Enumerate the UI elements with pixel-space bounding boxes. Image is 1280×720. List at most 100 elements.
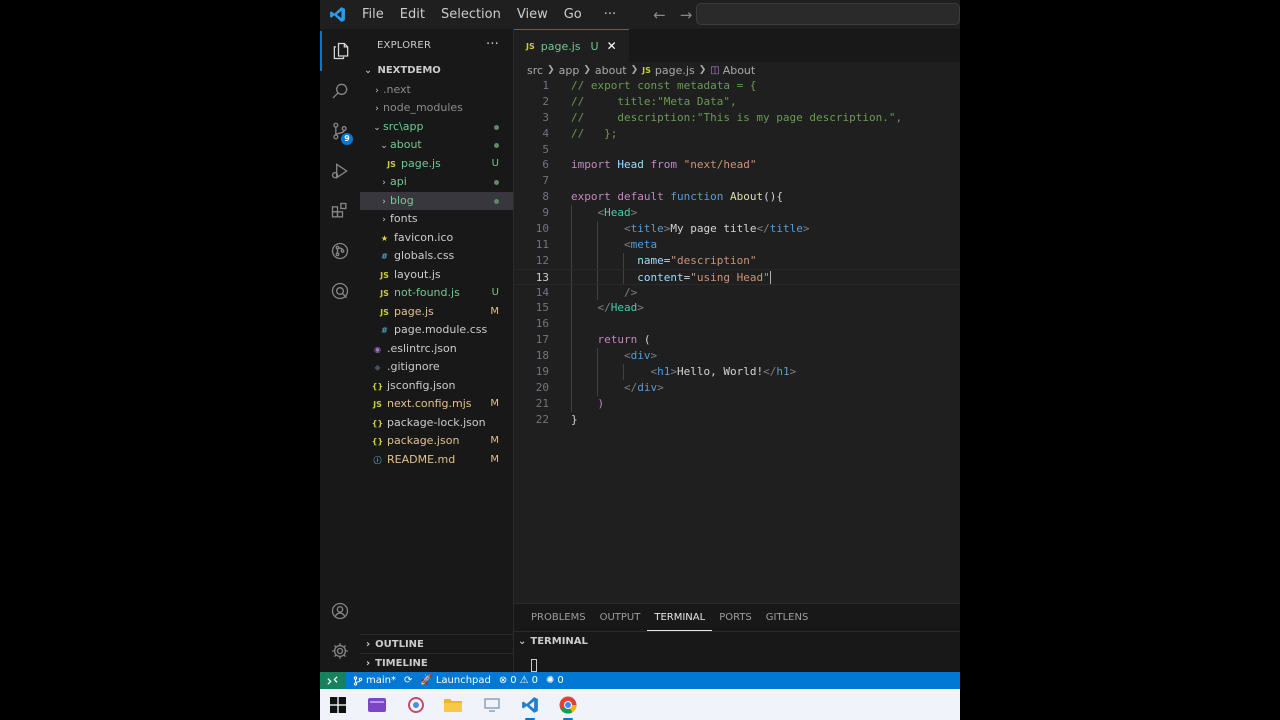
back-arrow-icon[interactable]: ←	[646, 6, 673, 24]
breadcrumb-symbol[interactable]: About	[723, 64, 756, 77]
code-line[interactable]: 9 <Head>	[514, 205, 960, 222]
command-center-search[interactable]	[696, 3, 960, 25]
tree-item[interactable]: JS next.config.mjs M	[360, 395, 513, 414]
tree-item[interactable]: › api	[360, 173, 513, 192]
code-line[interactable]: 22}	[514, 412, 960, 428]
tree-item[interactable]: # globals.css	[360, 247, 513, 266]
extensions-icon[interactable]	[320, 191, 360, 231]
search-icon[interactable]	[320, 71, 360, 111]
tab-page-js[interactable]: JS page.js U ✕	[514, 29, 629, 62]
code-line[interactable]: 13 content="using Head"	[514, 268, 960, 285]
tree-item[interactable]: ⌄ about	[360, 136, 513, 155]
launchpad-status[interactable]: 🚀 Launchpad	[416, 675, 495, 686]
code-line[interactable]: 2 // title:"Meta Data",	[514, 94, 960, 110]
menu-selection[interactable]: Selection	[433, 0, 509, 29]
tree-item[interactable]: JS page.js M	[360, 303, 513, 322]
terminal-cursor[interactable]	[531, 659, 537, 672]
breadcrumb-file[interactable]: page.js	[655, 64, 695, 77]
tree-item[interactable]: ◆ .gitignore	[360, 358, 513, 377]
code-line[interactable]: 3 // description:"This is my page descrip…	[514, 110, 960, 126]
chevron-right-icon: ›	[382, 178, 386, 188]
code-token: "description"	[670, 253, 757, 267]
code-line[interactable]: 8 export default function About(){	[514, 189, 960, 205]
tree-item[interactable]: JS layout.js	[360, 266, 513, 285]
source-control-icon[interactable]: 9	[320, 111, 360, 151]
code-line[interactable]: 19 <h1>Hello, World!</h1>	[514, 364, 960, 380]
gitlens-icon[interactable]	[320, 231, 360, 271]
breadcrumb-about[interactable]: about	[595, 64, 627, 77]
code-line[interactable]: 5	[514, 142, 960, 158]
code-line[interactable]: 12 name="description"	[514, 252, 960, 269]
code-line[interactable]: 10 <title>My page title</title>	[514, 221, 960, 237]
app-icon-purple[interactable]	[365, 693, 389, 717]
code-text: // description:"This is my page descript…	[571, 110, 902, 126]
breadcrumb-src[interactable]: src	[527, 64, 543, 77]
tree-item[interactable]: # page.module.css	[360, 321, 513, 340]
accounts-icon[interactable]	[320, 591, 360, 631]
menu-go[interactable]: Go	[556, 0, 590, 29]
code-line[interactable]: 14 />	[514, 284, 960, 301]
tree-item[interactable]: › .next	[360, 81, 513, 100]
tree-item[interactable]: › node_modules	[360, 99, 513, 118]
remote-indicator-icon[interactable]	[320, 672, 345, 689]
tree-item[interactable]: ⓘ README.md M	[360, 451, 513, 470]
code-line[interactable]: 21 )	[514, 395, 960, 412]
tab-terminal[interactable]: TERMINAL	[647, 604, 713, 631]
line-number: 5	[542, 142, 549, 156]
code-line[interactable]: 15 </Head>	[514, 300, 960, 317]
code-line[interactable]: 18 <div>	[514, 348, 960, 365]
code-line[interactable]: 6 import Head from "next/head"	[514, 157, 960, 173]
code-line[interactable]: 7	[514, 173, 960, 189]
code-text: <Head>	[571, 205, 638, 221]
code-line[interactable]: 17 return (	[514, 332, 960, 349]
remote-explorer-icon[interactable]	[320, 271, 360, 311]
tree-item[interactable]: ⌄ src\app	[360, 118, 513, 137]
tree-item[interactable]: ★ favicon.ico	[360, 229, 513, 248]
menu-file[interactable]: File	[354, 0, 392, 29]
outline-section[interactable]: › OUTLINE	[360, 634, 514, 653]
sync-icon[interactable]: ⟳	[400, 675, 416, 686]
code-line[interactable]: 16	[514, 316, 960, 333]
explorer-more-icon[interactable]: ···	[486, 37, 499, 52]
code-editor[interactable]: 1 // export const metadata = {2 // title:"…	[514, 78, 960, 428]
code-token: >	[789, 365, 797, 379]
windows-start-icon[interactable]	[326, 693, 350, 717]
tab-gitlens[interactable]: GITLENS	[759, 604, 816, 631]
breadcrumb-app[interactable]: app	[559, 64, 580, 77]
tree-item[interactable]: JS page.js U	[360, 155, 513, 174]
code-line[interactable]: 1 // export const metadata = {	[514, 78, 960, 94]
desktop-app-icon[interactable]	[480, 693, 504, 717]
tab-ports[interactable]: PORTS	[712, 604, 759, 631]
problems-status[interactable]: ⊗ 0 ⚠ 0	[495, 675, 542, 686]
code-line[interactable]: 20 </div>	[514, 379, 960, 396]
tree-item[interactable]: › fonts	[360, 210, 513, 229]
timeline-section[interactable]: › TIMELINE	[360, 653, 514, 672]
terminal-section-header[interactable]: ⌄ TERMINAL	[514, 631, 960, 650]
code-line[interactable]: 11 <meta	[514, 236, 960, 253]
code-token: Hello, World!	[676, 365, 764, 379]
tree-item[interactable]: › blog	[360, 191, 513, 210]
tree-item[interactable]: JS not-found.js U	[360, 284, 513, 303]
menu-view[interactable]: View	[509, 0, 556, 29]
run-debug-icon[interactable]	[320, 151, 360, 191]
tab-problems[interactable]: PROBLEMS	[524, 604, 593, 631]
chevron-right-icon: ❯	[698, 65, 707, 75]
vscode-taskbar-icon[interactable]	[518, 693, 542, 720]
ports-status[interactable]: ✺ 0	[542, 675, 568, 686]
tab-output[interactable]: OUTPUT	[593, 604, 648, 631]
menu-more[interactable]: ···	[596, 0, 624, 29]
branch-status[interactable]: main*	[349, 675, 400, 686]
chrome-icon[interactable]	[556, 693, 580, 720]
tree-item[interactable]: {} package.json M	[360, 432, 513, 451]
gear-icon[interactable]	[320, 631, 360, 671]
project-root[interactable]: ⌄ NEXTDEMO	[360, 62, 513, 81]
code-line[interactable]: 4 // };	[514, 126, 960, 142]
explorer-icon[interactable]	[320, 31, 360, 71]
file-explorer-icon[interactable]	[441, 693, 465, 717]
close-icon[interactable]: ✕	[607, 39, 617, 53]
menu-edit[interactable]: Edit	[392, 0, 433, 29]
tree-item[interactable]: {} package-lock.json	[360, 414, 513, 433]
tree-item[interactable]: ◉ .eslintrc.json	[360, 340, 513, 359]
paint-app-icon[interactable]	[404, 693, 428, 717]
tree-item[interactable]: {} jsconfig.json	[360, 377, 513, 396]
